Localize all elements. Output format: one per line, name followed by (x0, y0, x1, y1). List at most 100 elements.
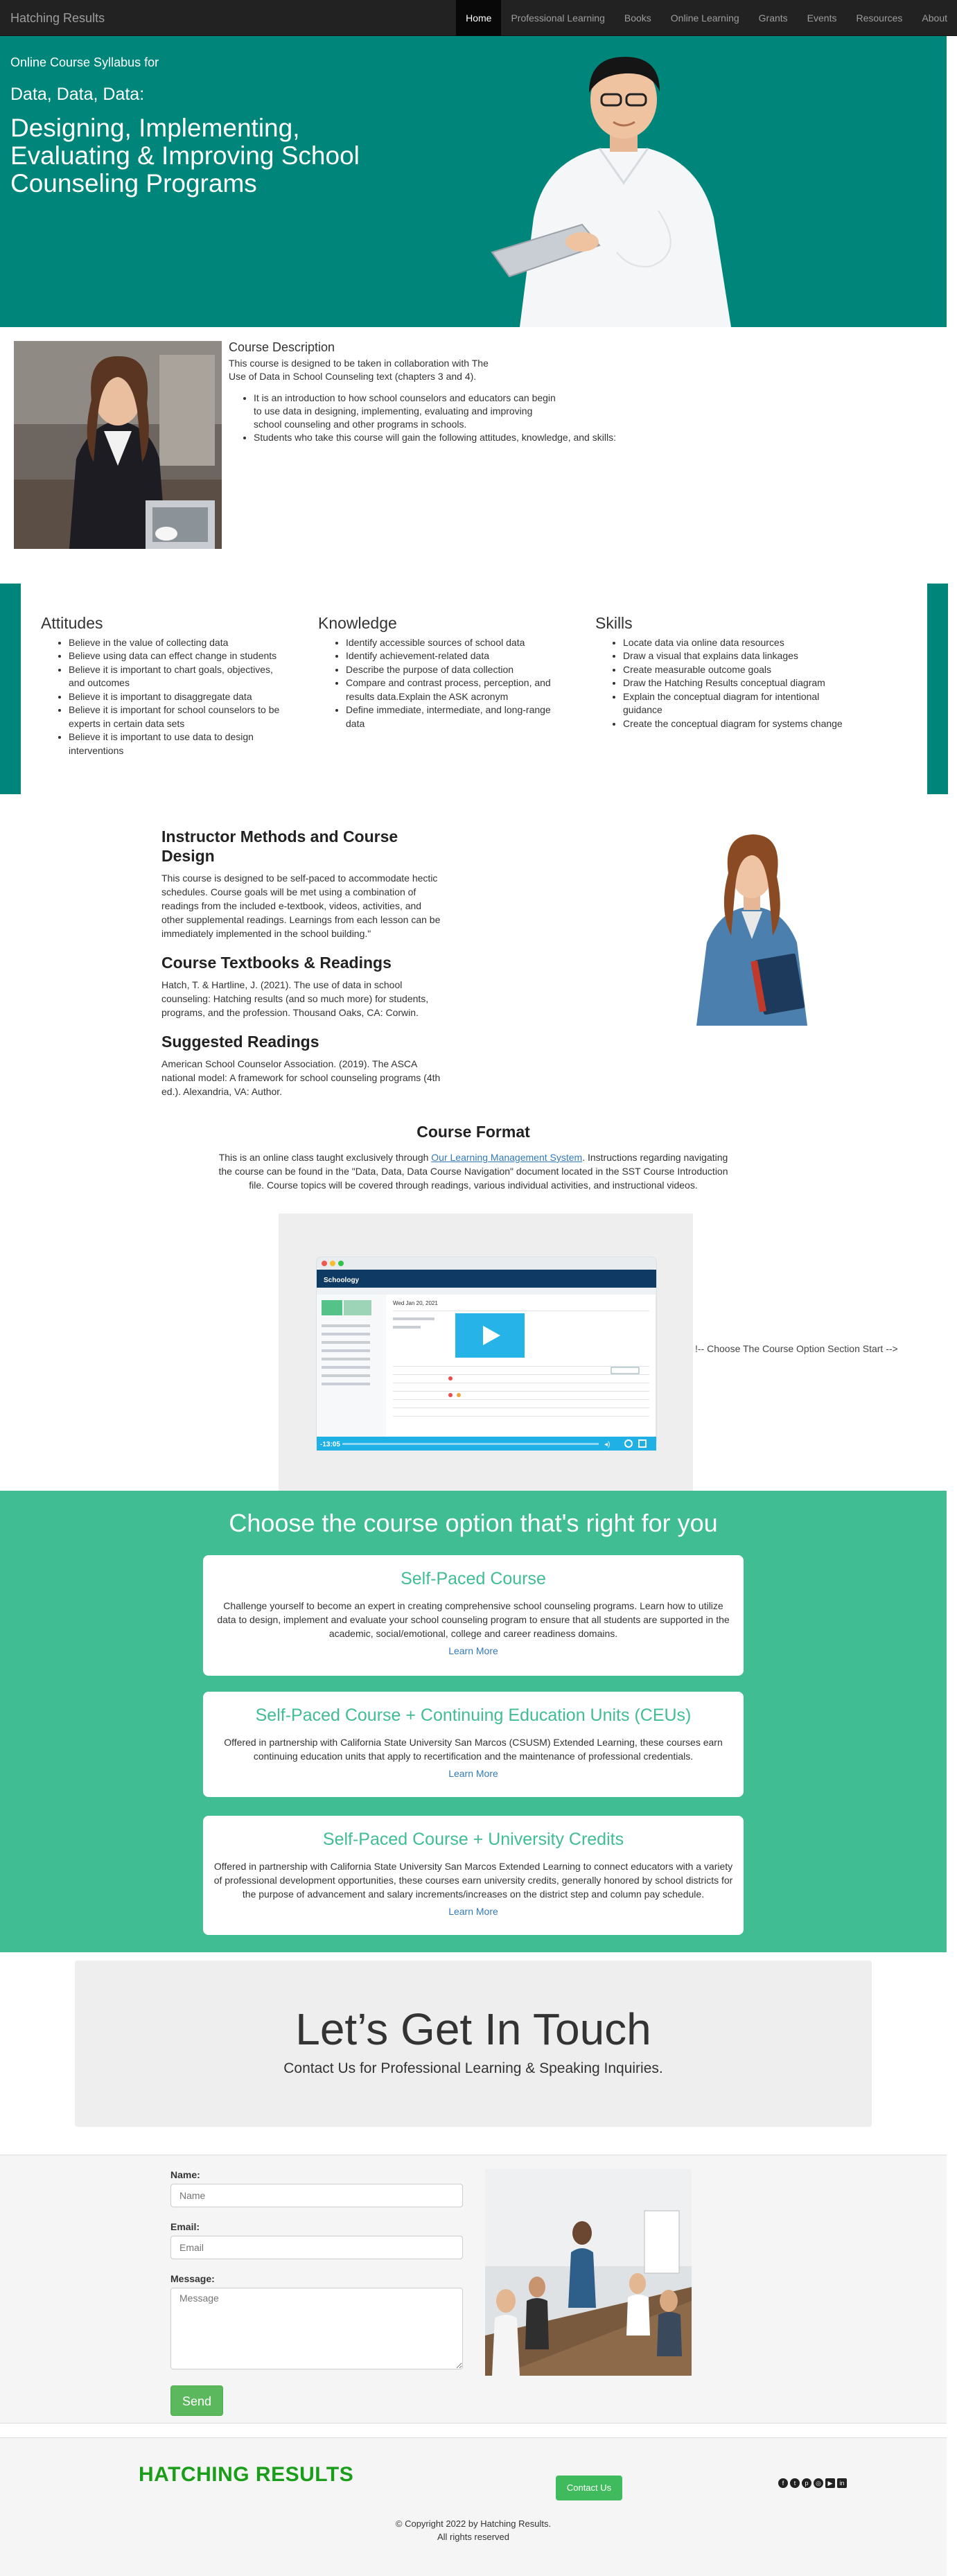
skills-column: Skills Locate data via online data resou… (595, 614, 845, 731)
list-item: Create the conceptual diagram for system… (623, 717, 845, 731)
video-player[interactable]: Schoology Wed Jan 20, 2021 -13:05 ◂) (279, 1213, 693, 1491)
hero-title: Designing, Implementing, Evaluating & Im… (10, 114, 360, 198)
video-date: Wed Jan 20, 2021 (393, 1300, 438, 1306)
volume-icon[interactable]: ◂) (604, 1441, 610, 1448)
nav-menu: Home Professional Learning Books Online … (456, 0, 957, 36)
linkedin-icon[interactable]: in (837, 2478, 847, 2488)
course-description: Course Description This course is design… (229, 341, 644, 444)
footer-contact-button[interactable]: Contact Us (556, 2476, 622, 2500)
get-in-touch-heading: Let’s Get In Touch (295, 2004, 651, 2054)
social-links: f t p ◎ ▶ in (778, 2478, 847, 2488)
list-item: Create measurable outcome goals (623, 663, 845, 677)
course-format-heading: Course Format (416, 1123, 530, 1141)
nav-home[interactable]: Home (456, 0, 502, 36)
textbooks-text: Hatch, T. & Hartline, J. (2021). The use… (161, 979, 429, 1018)
learn-more-link[interactable]: Learn More (448, 1906, 498, 1917)
option-card-self-paced: Self-Paced Course Challenge yourself to … (203, 1555, 744, 1676)
list-item: Describe the purpose of data collection (346, 663, 568, 677)
email-field[interactable] (170, 2236, 463, 2259)
learn-more-link[interactable]: Learn More (448, 1645, 498, 1656)
list-item: Draw the Hatching Results conceptual dia… (623, 676, 845, 690)
option-title: Self-Paced Course + Continuing Education… (255, 1706, 692, 1725)
send-button[interactable]: Send (170, 2385, 223, 2416)
knowledge-column: Knowledge Identify accessible sources of… (318, 614, 568, 730)
footer: HATCHING RESULTS Contact Us f t p ◎ ▶ in… (0, 2437, 947, 2576)
instagram-icon[interactable]: ◎ (814, 2478, 823, 2488)
get-in-touch-sub: Contact Us for Professional Learning & S… (283, 2060, 663, 2076)
email-label: Email: (170, 2221, 200, 2232)
attitudes-column: Attitudes Believe in the value of collec… (41, 614, 290, 757)
option-text: Challenge yourself to become an expert i… (217, 1600, 730, 1639)
nav-grants[interactable]: Grants (749, 0, 798, 36)
lms-link[interactable]: Our Learning Management System (431, 1152, 582, 1163)
list-item: It is an introduction to how school coun… (254, 392, 559, 431)
list-item: Believe it is important to disaggregate … (69, 690, 290, 704)
course-options-section: Choose the course option that's right fo… (0, 1491, 947, 1952)
list-item: Identify accessible sources of school da… (346, 636, 568, 650)
list-item: Believe it is important to use data to d… (69, 730, 290, 757)
course-description-intro: This course is designed to be taken in c… (229, 358, 489, 382)
contact-form: Name: Email: Message: Send (170, 2169, 463, 2416)
copyright: © Copyright 2022 by Hatching Results. Al… (0, 2517, 947, 2543)
list-item: Believe in the value of collecting data (69, 636, 290, 650)
course-description-list: It is an introduction to how school coun… (254, 392, 644, 444)
top-navbar: Hatching Results Home Professional Learn… (0, 0, 957, 36)
brand-link[interactable]: Hatching Results (10, 0, 105, 36)
video-time: -13:05 (320, 1441, 340, 1448)
nav-professional-learning[interactable]: Professional Learning (501, 0, 614, 36)
instructor-text: This course is designed to be self-paced… (161, 873, 441, 939)
student-with-books-image (683, 825, 821, 1026)
list-item: Believe using data can effect change in … (69, 649, 290, 663)
course-description-heading: Course Description (229, 340, 335, 354)
list-item: Compare and contrast process, perception… (346, 676, 568, 703)
woman-with-laptop-image (14, 341, 222, 549)
hero-man-with-tablet-image (491, 57, 731, 327)
get-in-touch-jumbotron: Let’s Get In Touch Contact Us for Profes… (75, 1961, 872, 2127)
option-card-ceus: Self-Paced Course + Continuing Education… (203, 1692, 744, 1797)
meeting-room-image (485, 2169, 692, 2376)
skills-heading: Skills (595, 614, 633, 632)
attitudes-heading: Attitudes (41, 614, 103, 632)
suggested-readings-text: American School Counselor Association. (… (161, 1058, 441, 1097)
list-item: Locate data via online data resources (623, 636, 845, 650)
footer-logo[interactable]: HATCHING RESULTS (139, 2463, 353, 2487)
option-text: Offered in partnership with California S… (213, 1861, 733, 1900)
option-card-university-credits: Self-Paced Course + University Credits O… (203, 1816, 744, 1935)
name-field[interactable] (170, 2184, 463, 2207)
option-title: Self-Paced Course (401, 1569, 546, 1588)
nav-events[interactable]: Events (798, 0, 847, 36)
course-options-heading: Choose the course option that's right fo… (229, 1509, 718, 1537)
course-format-text: This is an online class taught exclusive… (215, 1150, 732, 1192)
list-item: Draw a visual that explains data linkage… (623, 649, 845, 663)
youtube-icon[interactable]: ▶ (825, 2478, 835, 2488)
list-item: Believe it is important to chart goals, … (69, 663, 290, 690)
knowledge-heading: Knowledge (318, 614, 397, 632)
instructor-section: Instructor Methods and Course Design Thi… (161, 827, 446, 1111)
list-item: Define immediate, intermediate, and long… (346, 703, 568, 730)
course-video[interactable]: Schoology Wed Jan 20, 2021 -13:05 ◂) (279, 1213, 693, 1491)
format-text-before: This is an online class taught exclusive… (218, 1152, 432, 1163)
nav-books[interactable]: Books (615, 0, 661, 36)
rights-text: All rights reserved (437, 2532, 510, 2542)
list-item: Students who take this course will gain … (254, 431, 644, 444)
list-item: Believe it is important for school couns… (69, 703, 290, 730)
schoology-logo: Schoology (324, 1277, 360, 1284)
facebook-icon[interactable]: f (778, 2478, 788, 2488)
twitter-icon[interactable]: t (790, 2478, 800, 2488)
hero-kicker: Online Course Syllabus for (10, 55, 159, 69)
nav-about[interactable]: About (912, 0, 957, 36)
hero-subtitle: Data, Data, Data: (10, 85, 145, 104)
nav-online-learning[interactable]: Online Learning (661, 0, 749, 36)
suggested-readings-heading: Suggested Readings (161, 1033, 319, 1051)
learn-more-link[interactable]: Learn More (448, 1768, 498, 1779)
nav-resources[interactable]: Resources (846, 0, 912, 36)
teal-side-bar-right (927, 584, 948, 794)
pinterest-icon[interactable]: p (802, 2478, 811, 2488)
message-field[interactable] (170, 2288, 463, 2369)
copyright-text: © Copyright 2022 by Hatching Results. (395, 2518, 552, 2529)
teal-side-bar-left (0, 584, 21, 794)
option-title: Self-Paced Course + University Credits (322, 1830, 624, 1849)
textbooks-heading: Course Textbooks & Readings (161, 954, 392, 972)
course-option-comment-text: !-- Choose The Course Option Section Sta… (695, 1343, 898, 1354)
instructor-heading: Instructor Methods and Course Design (161, 827, 398, 865)
